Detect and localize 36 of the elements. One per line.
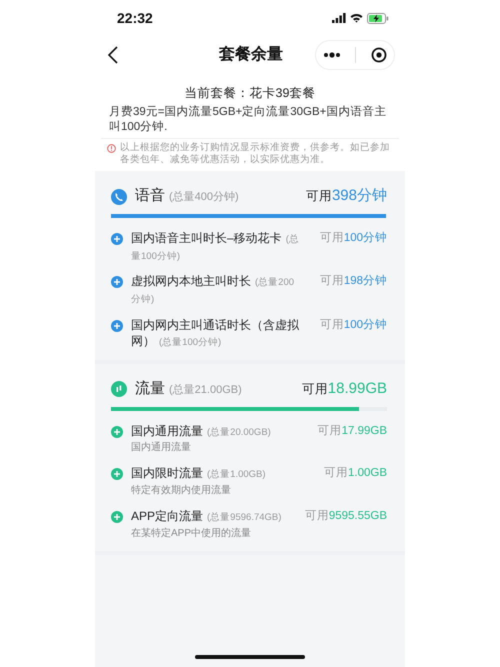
plus-icon[interactable] [111,511,123,524]
wifi-icon [350,13,363,23]
section-title: 语音 (总量400分钟) [135,186,239,206]
item-note: 国内通用流量 [131,440,192,456]
section-title: 流量 (总量21.00GB) [135,379,242,400]
item-available: 可用9595.55GB [304,509,387,524]
plus-icon[interactable] [111,468,123,480]
item-available: 可用100分钟 [320,230,387,246]
item-name: APP定向流量 (总量9596.74GB) [131,508,282,525]
item-name: 国内限时流量 (总量1.00GB) [131,465,267,482]
item-name: 国内语音主叫时长–移动花卡 (总量100分钟) [131,230,300,264]
plus-icon[interactable] [111,320,123,332]
notice-text: 以上根据您的业务订购情况显示标准资费，供参考。如已参加各类包年、减免等优惠活动，以实际优惠为准。 [120,142,391,166]
close-icon[interactable] [370,47,387,63]
item-available: 可用 17.99GB [318,424,387,439]
plan-title: 当前套餐：花卡39套餐 [184,85,316,102]
status-time: 22:32 [117,8,153,28]
plus-icon[interactable] [111,276,123,288]
signal-icon [332,13,346,23]
item-note: 在某特定APP中使用的流量 [131,526,252,541]
item-name: 虚拟网内本地主叫时长 (总量200分钟) [131,273,296,308]
item-name: 国内网内主叫通话时长（含虚拟网） (总量100分钟) [131,317,300,350]
plan-description: 月费39元=国内流量5GB+定向流量30GB+国内语音主叫100分钟. [101,102,399,139]
plus-icon[interactable] [111,232,123,245]
section-available: 可用18.99GB [302,379,387,400]
more-icon[interactable] [323,52,342,58]
item-available: 可用198分钟 [320,274,387,290]
section-available: 可用398分钟 [306,186,387,206]
battery-icon [367,12,389,24]
warning-icon [107,144,116,153]
plus-icon[interactable] [111,426,123,438]
item-available: 可用100分钟 [320,318,387,334]
page-title: 套餐余量 [219,44,283,65]
item-available: 可用1.00GB [324,466,387,482]
item-name: 国内通用流量 (总量20.00GB) [131,422,272,440]
item-note: 特定有效期内使用流量 [131,484,232,498]
